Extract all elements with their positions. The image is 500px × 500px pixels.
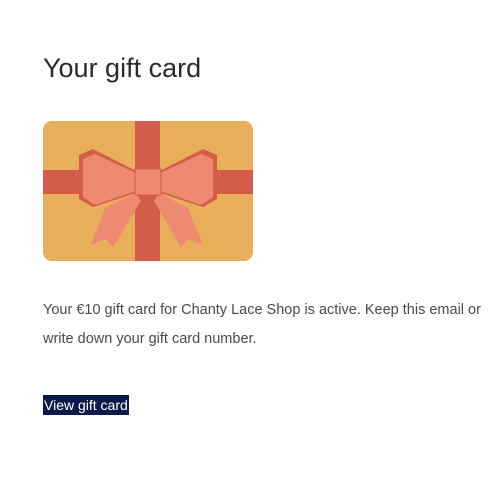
gift-card-message: Your €10 gift card for Chanty Lace Shop … [43,302,481,347]
view-gift-card-button[interactable]: View gift card [43,395,129,415]
email-body: Your gift card Your €10 gift card for Ch… [0,0,500,500]
page-title: Your gift card [43,53,202,83]
gift-card-image [43,121,253,261]
gift-card-with-bow-icon [43,121,253,261]
